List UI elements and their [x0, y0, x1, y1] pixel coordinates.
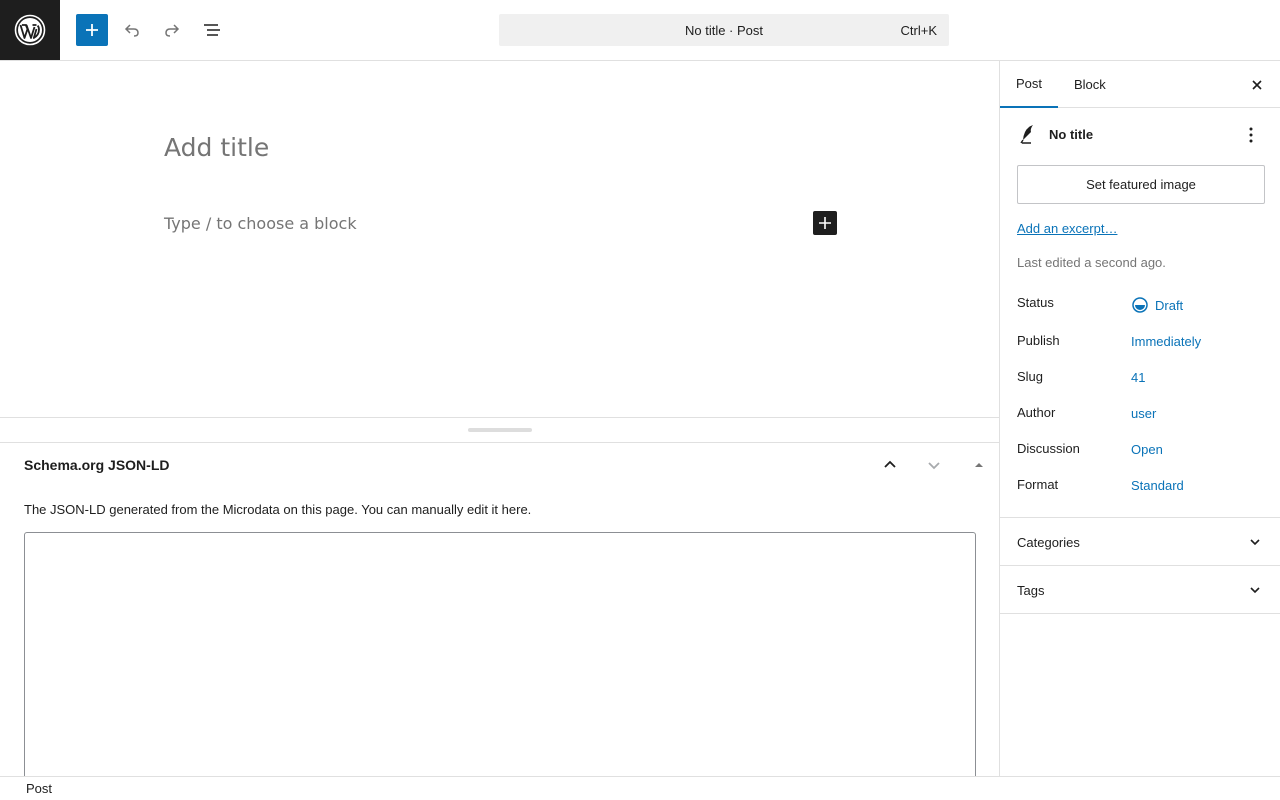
close-icon [1252, 80, 1262, 90]
default-block-appender[interactable]: Type / to choose a block [164, 214, 357, 233]
post-card-title: No title [1049, 127, 1094, 142]
tags-panel-toggle[interactable]: Tags [1000, 566, 1280, 614]
inline-inserter-button[interactable] [813, 211, 837, 235]
move-up-button[interactable] [878, 453, 902, 477]
author-label: Author [1017, 405, 1056, 420]
set-featured-image-button[interactable]: Set featured image [1017, 165, 1265, 204]
discussion-row: Discussion Open [1017, 441, 1267, 461]
status-label: Status [1017, 295, 1054, 310]
undo-icon [124, 24, 139, 37]
draft-circle-icon [1132, 297, 1148, 313]
discussion-label: Discussion [1017, 441, 1080, 456]
schema-metabox: Schema.org JSON-LD The JSON-LD generated… [0, 443, 999, 776]
tags-label: Tags [1017, 583, 1045, 598]
slug-label: Slug [1017, 369, 1044, 384]
sidebar-tabs: Post Block [1000, 61, 1280, 108]
keyboard-shortcut: Ctrl+K [900, 23, 937, 38]
block-inserter-button[interactable] [76, 14, 108, 46]
document-title-label: No title · Post [684, 22, 764, 38]
document-overview-button[interactable] [196, 14, 228, 46]
resize-handle[interactable] [468, 428, 532, 432]
undo-button[interactable] [116, 14, 148, 46]
editor-footer: Post [0, 776, 1280, 800]
editor-canvas: Add title Type / to choose a block [0, 61, 999, 418]
format-row: Format Standard [1017, 477, 1267, 497]
document-overview-icon [204, 24, 220, 36]
redo-button[interactable] [156, 14, 188, 46]
discussion-value-button[interactable]: Open [1131, 442, 1163, 457]
plus-icon [819, 217, 831, 229]
chevron-up-icon [884, 460, 896, 468]
categories-label: Categories [1017, 535, 1080, 550]
post-actions-button[interactable] [1239, 123, 1263, 147]
tab-label: Post [1016, 76, 1043, 91]
breadcrumb-post[interactable]: Post [26, 781, 52, 796]
add-excerpt-link[interactable]: Add an excerpt… [1017, 221, 1117, 236]
chevron-down-icon [928, 462, 940, 470]
publish-value-button[interactable]: Immediately [1131, 334, 1201, 349]
divider [1000, 613, 1280, 614]
redo-icon [165, 24, 180, 37]
last-edited-text: Last edited a second ago. [1017, 255, 1166, 270]
settings-sidebar: Post Block No title Set featured image A… [999, 61, 1280, 776]
author-value-button[interactable]: user [1131, 406, 1156, 421]
format-value-button[interactable]: Standard [1131, 478, 1184, 493]
wordpress-logo-icon [14, 14, 46, 46]
wordpress-logo-button[interactable] [0, 0, 60, 60]
status-value: Draft [1155, 297, 1184, 313]
slug-value-button[interactable]: 41 [1131, 370, 1145, 385]
move-down-button[interactable] [922, 453, 946, 477]
toggle-panel-button[interactable] [967, 453, 991, 477]
command-palette-button[interactable]: No title · Post Ctrl+K [499, 14, 949, 46]
status-row: Status Draft [1017, 295, 1267, 315]
editor-header: No title · Post Ctrl+K [0, 0, 1280, 61]
post-feather-icon [1020, 125, 1033, 144]
format-label: Format [1017, 477, 1059, 492]
author-row: Author user [1017, 405, 1267, 425]
post-title-input[interactable]: Add title [164, 133, 269, 162]
caret-up-icon [975, 463, 983, 467]
publish-row: Publish Immediately [1017, 333, 1267, 353]
metabox-description: The JSON-LD generated from the Microdata… [24, 502, 532, 517]
tab-label: Block [1074, 77, 1106, 92]
chevron-down-icon [1245, 532, 1265, 552]
chevron-down-icon [1245, 580, 1265, 600]
metabox-title: Schema.org JSON-LD [24, 457, 170, 473]
more-vertical-icon [1249, 127, 1253, 143]
plus-icon [86, 24, 98, 36]
publish-label: Publish [1017, 333, 1060, 348]
metabox-resize-bar [0, 418, 999, 443]
tab-block[interactable]: Block [1058, 61, 1122, 108]
tab-post[interactable]: Post [1000, 61, 1059, 108]
slug-row: Slug 41 [1017, 369, 1267, 389]
categories-panel-toggle[interactable]: Categories [1000, 518, 1280, 566]
close-sidebar-button[interactable] [1245, 73, 1269, 97]
status-value-button[interactable]: Draft [1131, 296, 1183, 314]
json-ld-textarea[interactable] [24, 532, 976, 776]
post-card: No title [1017, 123, 1267, 147]
